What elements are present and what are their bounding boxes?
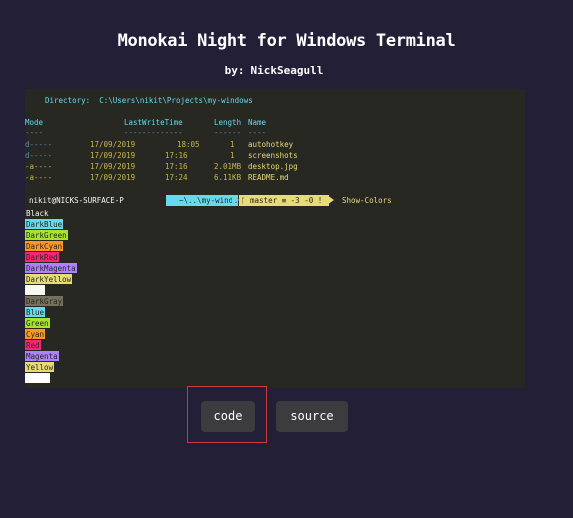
color-swatch: DarkGray (25, 296, 64, 306)
row-time: 18:05 (177, 140, 200, 149)
row-time: 17:24 (165, 173, 188, 182)
color-swatch: Red (25, 340, 41, 350)
color-swatch: Black (25, 208, 50, 218)
row-time: 17:16 (165, 162, 188, 171)
row-length: 2.01MB (214, 162, 242, 171)
color-swatch: Magenta (25, 351, 59, 361)
row-date: 17/09/2019 (90, 151, 136, 160)
prompt-host: nikit@NICKS-SURFACE-P (25, 195, 170, 206)
color-swatch: Green (25, 318, 50, 328)
prompt-separator (327, 195, 334, 205)
row-length: 1 (230, 140, 235, 149)
color-swatch: DarkRed (25, 252, 59, 262)
row-mode: -a---- (25, 173, 53, 182)
row-date: 17/09/2019 (90, 140, 136, 149)
color-swatch: DarkBlue (25, 219, 64, 229)
row-name: screenshots (248, 151, 298, 160)
prompt-path: ~\..\my-windows (173, 195, 247, 206)
author-line: by: NickSeagull (0, 64, 548, 77)
row-length: 6.11KB (214, 173, 242, 182)
prompt-git-status: ᚴ master ≡ -3 -0 ! (239, 195, 329, 206)
color-swatch: Gray (25, 285, 46, 295)
directory-label: Directory: (45, 96, 91, 105)
code-button[interactable]: code (201, 401, 255, 432)
source-button[interactable]: source (276, 401, 348, 432)
color-swatch: Yellow (25, 362, 55, 372)
row-mode: -a---- (25, 162, 53, 171)
rule-last-write-time: ------------- (124, 128, 183, 137)
page-title: Monokai Night for Windows Terminal (117, 31, 456, 51)
author-prefix: by: (224, 64, 245, 77)
directory-line: Directory: C:\Users\nikit\Projects\my-wi… (45, 95, 253, 106)
rule-name: ---- (248, 128, 267, 137)
row-name: autohotkey (248, 140, 294, 149)
color-swatch: White (25, 373, 50, 383)
rule-mode: ---- (25, 128, 44, 137)
color-swatch: Cyan (25, 329, 46, 339)
row-mode: d----- (25, 151, 53, 160)
prompt-separator (166, 195, 173, 206)
color-swatch: DarkGreen (25, 230, 68, 240)
row-date: 17/09/2019 (90, 162, 136, 171)
row-mode: d----- (25, 140, 53, 149)
rule-length: ------ (214, 128, 242, 137)
color-swatch: DarkMagenta (25, 263, 77, 273)
terminal-screenshot: Directory: C:\Users\nikit\Projects\my-wi… (25, 89, 525, 388)
directory-path: C:\Users\nikit\Projects\my-windows (99, 96, 253, 105)
prompt-line: nikit@NICKS-SURFACE-P ~\..\my-windows ᚴ … (25, 195, 525, 206)
color-swatch: Blue (25, 307, 46, 317)
row-time: 17:16 (165, 151, 188, 160)
row-name: desktop.jpg (248, 162, 298, 171)
color-swatch: DarkCyan (25, 241, 64, 251)
row-name: README.md (248, 173, 289, 182)
row-date: 17/09/2019 (90, 173, 136, 182)
prompt-command: Show-Colors (342, 196, 392, 205)
author-name: NickSeagull (250, 64, 324, 77)
row-length: 1 (230, 151, 235, 160)
prompt-separator (232, 195, 239, 205)
color-swatch: DarkYellow (25, 274, 73, 284)
